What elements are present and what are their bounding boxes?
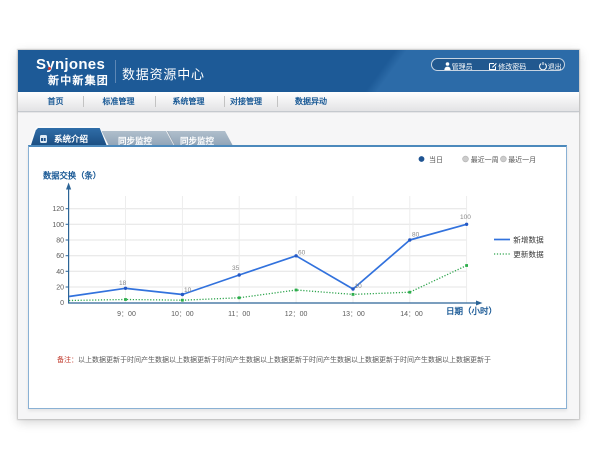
- svg-text:11：00: 11：00: [228, 311, 250, 318]
- svg-text:120: 120: [52, 206, 64, 213]
- svg-text:18: 18: [119, 280, 127, 287]
- svg-text:60: 60: [298, 250, 306, 257]
- svg-text:9：00: 9：00: [117, 311, 136, 318]
- svg-text:10：00: 10：00: [171, 311, 194, 318]
- svg-text:80: 80: [56, 238, 64, 245]
- svg-text:新增数据: 新增数据: [513, 234, 544, 244]
- svg-text:40: 40: [56, 269, 64, 276]
- svg-text:20: 20: [56, 285, 64, 292]
- svg-text:数据交换（条）: 数据交换（条）: [43, 171, 101, 181]
- svg-text:100: 100: [460, 214, 471, 221]
- svg-text:最近一周: 最近一周: [471, 155, 499, 164]
- svg-text:80: 80: [412, 232, 420, 239]
- svg-text:13：00: 13：00: [342, 311, 365, 318]
- svg-text:日期（小时）: 日期（小时）: [446, 306, 497, 316]
- svg-text:0: 0: [60, 300, 64, 307]
- svg-text:35: 35: [232, 265, 240, 272]
- svg-text:14：00: 14：00: [400, 311, 423, 318]
- svg-text:100: 100: [52, 222, 64, 229]
- svg-text:10: 10: [355, 283, 363, 290]
- svg-text:60: 60: [56, 253, 64, 260]
- svg-text:12：00: 12：00: [285, 311, 308, 318]
- svg-text:最近一月: 最近一月: [508, 155, 536, 164]
- svg-text:更新数据: 更新数据: [513, 249, 544, 259]
- svg-text:当日: 当日: [429, 155, 443, 164]
- svg-text:10: 10: [184, 287, 192, 294]
